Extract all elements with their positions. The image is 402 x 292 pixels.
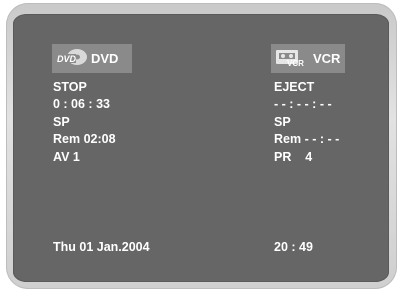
vcr-time: - - : - - : - -	[274, 97, 332, 111]
vcr-remaining: Rem - - : - -	[274, 132, 340, 146]
svg-text:DVD: DVD	[57, 54, 77, 64]
dvd-speed: SP	[53, 115, 70, 129]
vcr-speed: SP	[274, 115, 291, 129]
dvd-time: 0 : 06 : 33	[53, 97, 110, 111]
vcr-badge: VCR VCR	[271, 44, 345, 73]
vcr-status: EJECT	[274, 80, 315, 94]
dvd-status: STOP	[53, 80, 87, 94]
clock-display: 20 : 49	[274, 240, 313, 254]
vcr-cassette-icon: VCR	[275, 46, 311, 71]
dvd-input: AV 1	[53, 150, 80, 164]
vcr-label: VCR	[313, 51, 341, 66]
dvd-remaining: Rem 02:08	[53, 132, 116, 146]
dvd-label: DVD	[91, 51, 119, 66]
dvd-disc-icon: DVD	[55, 47, 89, 70]
svg-text:VCR: VCR	[287, 59, 304, 68]
date-display: Thu 01 Jan.2004	[53, 240, 150, 254]
vcr-program: PR 4	[274, 150, 313, 164]
dvd-badge: DVD DVD	[52, 44, 132, 73]
